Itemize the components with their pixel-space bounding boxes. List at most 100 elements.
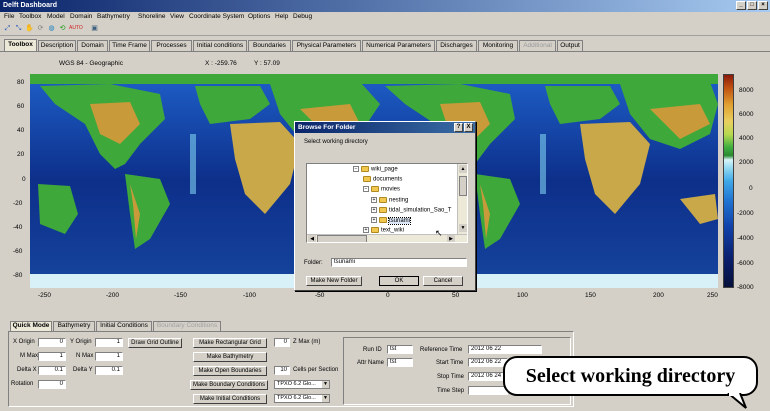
- z-max-label: Z Max (m): [293, 339, 321, 345]
- menu-toolbox[interactable]: Toolbox: [19, 13, 41, 20]
- tab-physical-parameters[interactable]: Physical Parameters: [292, 40, 361, 51]
- menu-domain[interactable]: Domain: [70, 13, 92, 20]
- n-max-input[interactable]: 1: [95, 352, 123, 361]
- z-max-input[interactable]: 0: [274, 338, 290, 347]
- menu-coordinate-system[interactable]: Coordinate System: [189, 13, 244, 20]
- menu-options[interactable]: Options: [248, 13, 270, 20]
- screenshot-icon[interactable]: ▣: [90, 24, 99, 33]
- menu-shoreline[interactable]: Shoreline: [138, 13, 165, 20]
- folder-input[interactable]: tsunami: [331, 258, 467, 267]
- rotation-input[interactable]: 0: [38, 380, 66, 389]
- tree-node[interactable]: documents: [363, 176, 402, 183]
- tab-boundaries[interactable]: Boundaries: [248, 40, 291, 51]
- rotate-icon[interactable]: ⟳: [36, 24, 45, 33]
- x-tick-label: -200: [106, 292, 120, 299]
- pan-hand-icon[interactable]: ✋: [25, 24, 34, 33]
- delta-y-input[interactable]: 0.1: [95, 366, 123, 375]
- tab-bathymetry[interactable]: Bathymetry: [53, 321, 95, 331]
- tab-discharges[interactable]: Discharges: [436, 40, 477, 51]
- tab-monitoring[interactable]: Monitoring: [478, 40, 518, 51]
- m-max-label: M Max: [20, 353, 38, 359]
- expand-icon[interactable]: +: [371, 217, 377, 223]
- reference-time-input[interactable]: 2012 06 22: [468, 345, 542, 354]
- scroll-down-icon[interactable]: ▼: [459, 224, 467, 232]
- make-new-folder-button[interactable]: Make New Folder: [306, 276, 362, 286]
- tab-quick-mode[interactable]: Quick Mode: [10, 321, 52, 331]
- globe-icon[interactable]: ◍: [47, 24, 56, 33]
- expand-icon[interactable]: +: [371, 197, 377, 203]
- delta-y-label: Delta Y: [73, 367, 93, 373]
- chevron-down-icon[interactable]: ▼: [322, 395, 329, 402]
- tab-toolbox[interactable]: Toolbox: [4, 39, 37, 51]
- colorbar-tick-label: -6000: [737, 260, 754, 267]
- y-origin-input[interactable]: 1: [95, 338, 123, 347]
- maximize-button[interactable]: □: [747, 1, 757, 10]
- attr-name-input[interactable]: tst: [387, 358, 413, 367]
- tree-node-selected[interactable]: + tsunami: [371, 216, 412, 225]
- tab-divider: [0, 51, 770, 52]
- menu-model[interactable]: Model: [47, 13, 65, 20]
- close-window-button[interactable]: ×: [758, 1, 768, 10]
- y-origin-label: Y Origin: [70, 339, 92, 345]
- tab-processes[interactable]: Processes: [151, 40, 192, 51]
- collapse-icon[interactable]: −: [353, 166, 359, 172]
- delta-x-input[interactable]: 0.1: [38, 366, 66, 375]
- tree-node[interactable]: + text_wiki: [363, 227, 404, 234]
- make-rectangular-grid-button[interactable]: Make Rectangular Grid: [193, 338, 267, 348]
- zoom-out-icon[interactable]: ⤡: [14, 24, 23, 33]
- tree-vertical-scrollbar[interactable]: ▲ ▼: [457, 164, 467, 234]
- scroll-right-icon[interactable]: ▶: [447, 235, 455, 242]
- tab-time-frame[interactable]: Time Frame: [109, 40, 150, 51]
- ok-button[interactable]: OK: [379, 276, 419, 286]
- menu-bathymetry[interactable]: Bathymetry: [97, 13, 130, 20]
- tree-horizontal-scrollbar[interactable]: ◀ ▶: [307, 234, 467, 242]
- make-initial-conditions-button[interactable]: Make Initial Conditions: [193, 394, 267, 404]
- draw-grid-outline-button[interactable]: Draw Grid Outline: [128, 338, 182, 348]
- dialog-help-button[interactable]: ?: [454, 123, 463, 132]
- tab-domain[interactable]: Domain: [77, 40, 108, 51]
- folder-tree[interactable]: − wiki_page documents − movies + nesting + t…: [306, 163, 468, 243]
- expand-icon[interactable]: +: [371, 207, 377, 213]
- menu-view[interactable]: View: [170, 13, 184, 20]
- cells-per-section-input[interactable]: 10: [274, 366, 290, 375]
- menu-help[interactable]: Help: [275, 13, 288, 20]
- m-max-input[interactable]: 1: [38, 352, 66, 361]
- n-max-label: N Max: [76, 353, 94, 359]
- expand-icon[interactable]: +: [363, 227, 369, 233]
- make-boundary-conditions-button[interactable]: Make Boundary Conditions: [190, 380, 268, 390]
- tab-description[interactable]: Description: [38, 40, 76, 51]
- time-step-input[interactable]: [468, 386, 508, 395]
- tab-output[interactable]: Output: [557, 40, 583, 51]
- scroll-thumb[interactable]: [459, 176, 467, 196]
- minimize-button[interactable]: _: [736, 1, 746, 10]
- scroll-up-icon[interactable]: ▲: [459, 165, 467, 173]
- tree-node[interactable]: + tidal_simulation_Sao_T: [371, 207, 451, 214]
- chevron-down-icon[interactable]: ▼: [322, 381, 329, 388]
- tree-node[interactable]: − movies: [363, 186, 400, 193]
- menu-file[interactable]: File: [4, 13, 14, 20]
- x-tick-label: -150: [174, 292, 188, 299]
- start-time-input[interactable]: 2012 06 22: [468, 358, 508, 367]
- tree-node[interactable]: − wiki_page: [353, 166, 398, 173]
- stop-time-input[interactable]: 2012 06 24: [468, 372, 508, 381]
- colorbar-tick-label: -8000: [737, 284, 754, 291]
- make-open-boundaries-button[interactable]: Make Open Boundaries: [193, 366, 267, 376]
- tab-numerical-parameters[interactable]: Numerical Parameters: [362, 40, 435, 51]
- tide-model-select[interactable]: TPXO 6.2 Glo... ▼: [274, 380, 330, 389]
- tree-node[interactable]: + nesting: [371, 197, 408, 204]
- scroll-left-icon[interactable]: ◀: [308, 235, 316, 242]
- x-origin-input[interactable]: 0: [38, 338, 66, 347]
- tab-initial-conditions-panel[interactable]: Initial Conditions: [96, 321, 152, 331]
- cancel-button[interactable]: Cancel: [423, 276, 463, 286]
- run-id-input[interactable]: tst: [387, 345, 413, 354]
- dialog-close-button[interactable]: X: [464, 123, 473, 132]
- menu-debug[interactable]: Debug: [293, 13, 312, 20]
- zoom-in-icon[interactable]: ⤢: [3, 24, 12, 33]
- auto-icon[interactable]: AUTO: [69, 24, 83, 33]
- collapse-icon[interactable]: −: [363, 186, 369, 192]
- make-bathymetry-button[interactable]: Make Bathymetry: [193, 352, 267, 362]
- scroll-thumb[interactable]: [317, 235, 367, 242]
- tab-initial-conditions[interactable]: Initial conditions: [193, 40, 247, 51]
- tide-model-select-2[interactable]: TPXO 6.2 Glo... ▼: [274, 394, 330, 403]
- refresh-icon[interactable]: ⟲: [58, 24, 67, 33]
